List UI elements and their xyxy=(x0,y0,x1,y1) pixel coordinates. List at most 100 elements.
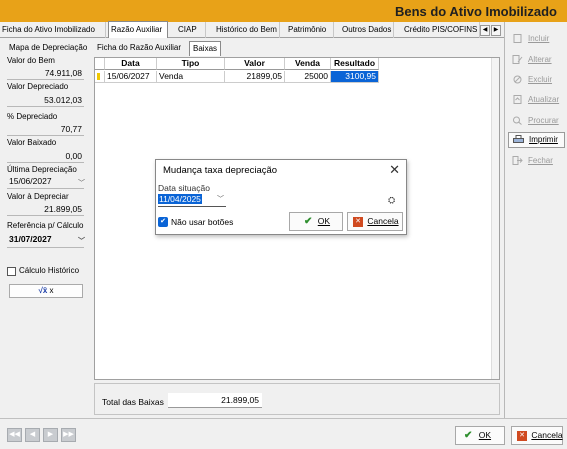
subtab-baixas[interactable]: Baixas xyxy=(189,41,222,56)
search-icon xyxy=(513,116,522,125)
title-bar: Bens do Ativo Imobilizado xyxy=(0,0,567,22)
tab-scroll-right-icon[interactable]: ▶ xyxy=(491,25,501,36)
referencia-label: Referência p/ Cálculo xyxy=(7,221,84,230)
row-indicator-header xyxy=(95,58,105,70)
edit-icon xyxy=(512,55,523,64)
referencia-value: 31/07/2027 xyxy=(9,234,52,244)
totals-footer: Total das Baixas 21.899,05 xyxy=(94,383,500,415)
valor-do-bem-label: Valor do Bem xyxy=(7,56,55,65)
calculo-historico-checkbox[interactable] xyxy=(7,267,16,276)
cancel-icon: ✕ xyxy=(353,216,363,227)
checkmark-icon: ✔ xyxy=(464,430,473,441)
atualizar-button[interactable]: Atualizar xyxy=(508,92,565,108)
column-header-data[interactable]: Data xyxy=(105,58,157,70)
incluir-button[interactable]: Incluir xyxy=(508,31,565,47)
cancel-icon: ✕ xyxy=(517,430,527,441)
refresh-icon xyxy=(513,95,522,104)
tab-outros-dados[interactable]: Outros Dados xyxy=(336,22,394,38)
column-header-venda[interactable]: Venda xyxy=(285,58,331,70)
divider xyxy=(7,247,84,248)
divider xyxy=(7,215,84,216)
valor-baixado-label: Valor Baixado xyxy=(7,138,57,147)
pct-depreciado-label: % Depreciado xyxy=(7,112,58,121)
close-icon[interactable]: ✕ xyxy=(389,162,400,178)
incluir-label: Incluir xyxy=(528,34,550,43)
binoculars-icon[interactable]: ⛭ xyxy=(388,195,395,206)
dialog-title: Mudança taxa depreciação xyxy=(163,165,278,176)
dialog-cancela-label: Cancela xyxy=(367,216,399,226)
valor-do-bem-value: 74.911,08 xyxy=(44,68,82,78)
date-input[interactable]: 11/04/2025 ﹀ xyxy=(158,194,226,207)
cell-resultado[interactable]: 3100,95 xyxy=(331,71,379,83)
row-indicator xyxy=(95,71,105,83)
ok-button[interactable]: ✔ OK xyxy=(455,426,505,445)
cell-tipo[interactable]: Venda xyxy=(157,71,225,83)
imprimir-label: Imprimir xyxy=(529,135,558,144)
alterar-label: Alterar xyxy=(528,55,552,64)
left-panel: Mapa de Depreciação Valor do Bem 74.911,… xyxy=(0,38,92,418)
tab-ciap[interactable]: CIAP xyxy=(170,22,206,38)
main-tabs: Ficha do Ativo Imobilizado Razão Auxilia… xyxy=(0,21,504,38)
ultima-depreciacao-label: Última Depreciação xyxy=(7,165,77,174)
ultima-depreciacao-value: 15/06/2027 xyxy=(9,176,52,186)
mudanca-taxa-dialog: Mudança taxa depreciação ✕ Data situação… xyxy=(155,159,407,235)
excluir-button[interactable]: Excluir xyxy=(508,72,565,88)
sqrt-icon: √x̄ xyxy=(38,286,48,295)
pct-depreciado-value: 70,77 xyxy=(60,124,82,134)
dialog-cancela-button[interactable]: ✕ Cancela xyxy=(347,212,403,231)
tab-ficha-ativo[interactable]: Ficha do Ativo Imobilizado xyxy=(0,22,106,38)
dialog-ok-button[interactable]: ✔ OK xyxy=(289,212,343,231)
calculate-button[interactable]: √x̄ x xyxy=(9,284,83,298)
first-record-icon[interactable]: ◀◀ xyxy=(7,428,22,442)
tab-razao-auxiliar[interactable]: Razão Auxiliar xyxy=(108,21,168,38)
alterar-button[interactable]: Alterar xyxy=(508,52,565,68)
divider xyxy=(7,135,84,136)
new-document-icon xyxy=(513,34,522,43)
nao-usar-botoes-checkbox[interactable]: ✔ xyxy=(158,217,168,227)
divider xyxy=(7,188,84,189)
procurar-button[interactable]: Procurar xyxy=(508,113,565,129)
divider xyxy=(7,162,84,163)
cancela-button[interactable]: ✕ Cancela xyxy=(511,426,563,445)
cell-valor[interactable]: 21899,05 xyxy=(225,71,285,83)
cancela-label: Cancela xyxy=(531,430,563,440)
previous-record-icon[interactable]: ◀ xyxy=(25,428,40,442)
valor-a-depreciar-value: 21.899,05 xyxy=(44,204,82,214)
chevron-down-icon[interactable]: ﹀ xyxy=(217,194,224,204)
delete-icon xyxy=(513,75,522,84)
tab-scroll-left-icon[interactable]: ◀ xyxy=(480,25,490,36)
calculo-historico-label: Cálculo Histórico xyxy=(19,266,80,275)
subtab-ficha-razao[interactable]: Ficha do Razão Auxiliar xyxy=(94,41,184,56)
next-record-icon[interactable]: ▶ xyxy=(43,428,58,442)
divider xyxy=(7,79,84,80)
print-icon xyxy=(513,135,524,143)
valor-depreciado-value: 53.012,03 xyxy=(44,95,82,105)
tab-credito-pis-cofins[interactable]: Crédito PIS/COFINS xyxy=(398,22,480,38)
window-title: Bens do Ativo Imobilizado xyxy=(394,4,557,19)
grid-scrollbar[interactable] xyxy=(491,58,499,379)
atualizar-label: Atualizar xyxy=(528,95,560,104)
valor-depreciado-label: Valor Depreciado xyxy=(7,82,69,91)
column-header-valor[interactable]: Valor xyxy=(225,58,285,70)
fechar-button[interactable]: Fechar xyxy=(508,153,565,169)
calculate-button-label: x xyxy=(49,286,54,295)
chevron-down-icon: ﹀ xyxy=(78,180,85,187)
tab-historico-bem[interactable]: Histórico do Bem xyxy=(210,22,280,38)
referencia-select[interactable]: 31/07/2027 ﹀ xyxy=(9,234,87,248)
column-header-tipo[interactable]: Tipo xyxy=(157,58,225,70)
valor-a-depreciar-label: Valor à Depreciar xyxy=(7,192,69,201)
mapa-depreciacao-label: Mapa de Depreciação xyxy=(9,43,88,52)
cell-data[interactable]: 15/06/2027 xyxy=(105,71,157,83)
current-row-icon xyxy=(97,73,100,80)
fechar-label: Fechar xyxy=(528,156,553,165)
ok-label: OK xyxy=(478,430,492,440)
cell-venda[interactable]: 25000 xyxy=(285,71,331,83)
tab-patrimonio[interactable]: Patrimônio xyxy=(282,22,334,38)
exit-door-icon xyxy=(512,156,523,165)
valor-baixado-value: 0,00 xyxy=(65,151,82,161)
dialog-ok-label: OK xyxy=(317,216,331,226)
last-record-icon[interactable]: ▶▶ xyxy=(61,428,76,442)
column-header-resultado[interactable]: Resultado xyxy=(331,58,379,70)
checkmark-icon: ✔ xyxy=(304,216,313,227)
imprimir-button[interactable]: Imprimir xyxy=(508,132,565,148)
